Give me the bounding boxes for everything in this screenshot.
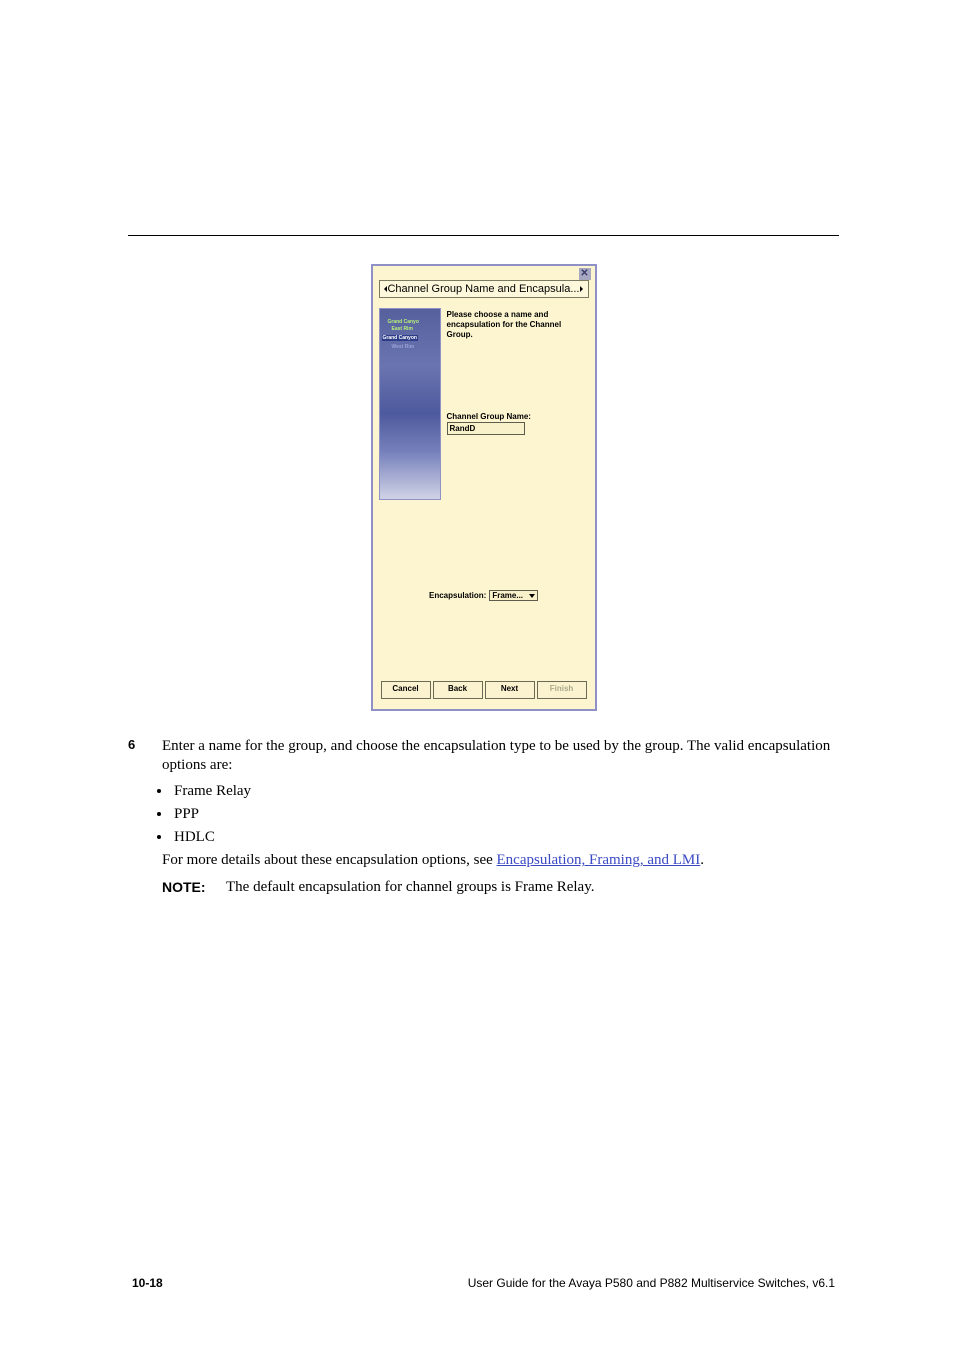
- cg-name-input[interactable]: RandD: [447, 422, 525, 435]
- cg-name-label: Channel Group Name:: [447, 412, 587, 421]
- note-label: NOTE:: [162, 879, 226, 896]
- finish-button: Finish: [537, 681, 587, 699]
- cancel-button[interactable]: Cancel: [381, 681, 431, 699]
- wizard-dialog: ✕ Channel Group Name and Encapsula... Gr…: [371, 264, 597, 711]
- step-text: Enter a name for the group, and choose t…: [162, 737, 839, 775]
- encapsulation-value: Frame...: [492, 591, 523, 600]
- side-label: Grand Canyon: [382, 335, 418, 341]
- note-text: The default encapsulation for channel gr…: [226, 879, 595, 896]
- xref-tail: .: [700, 852, 704, 868]
- dialog-title-bar: Channel Group Name and Encapsula...: [379, 280, 589, 298]
- step-number: 6: [128, 737, 162, 752]
- triangle-right-icon: [580, 286, 583, 292]
- side-label: East Rim: [392, 326, 413, 332]
- next-button[interactable]: Next: [485, 681, 535, 699]
- list-item: PPP: [172, 806, 839, 823]
- wizard-prompt: Please choose a name and encapsulation f…: [447, 308, 587, 340]
- chevron-down-icon: [529, 594, 535, 598]
- encapsulation-select[interactable]: Frame...: [489, 590, 538, 601]
- xref-lead: For more details about these encapsulati…: [162, 852, 497, 868]
- side-label: Grand Canyo: [388, 319, 419, 325]
- list-item: Frame Relay: [172, 783, 839, 800]
- encapsulation-label: Encapsulation:: [429, 591, 486, 600]
- xref-link[interactable]: Encapsulation, Framing, and LMI: [497, 852, 701, 868]
- triangle-left-icon: [384, 286, 387, 292]
- book-title: User Guide for the Avaya P580 and P882 M…: [468, 1276, 835, 1290]
- wizard-graphic: Grand Canyo East Rim Grand Canyon West R…: [379, 308, 441, 500]
- side-label: West Rim: [392, 344, 415, 350]
- page-number: 10-18: [132, 1276, 163, 1290]
- cross-reference: For more details about these encapsulati…: [128, 852, 839, 869]
- close-icon[interactable]: ✕: [579, 268, 591, 280]
- encapsulation-options-list: Frame Relay PPP HDLC: [128, 783, 839, 846]
- back-button[interactable]: Back: [433, 681, 483, 699]
- list-item: HDLC: [172, 829, 839, 846]
- dialog-title: Channel Group Name and Encapsula...: [387, 283, 579, 295]
